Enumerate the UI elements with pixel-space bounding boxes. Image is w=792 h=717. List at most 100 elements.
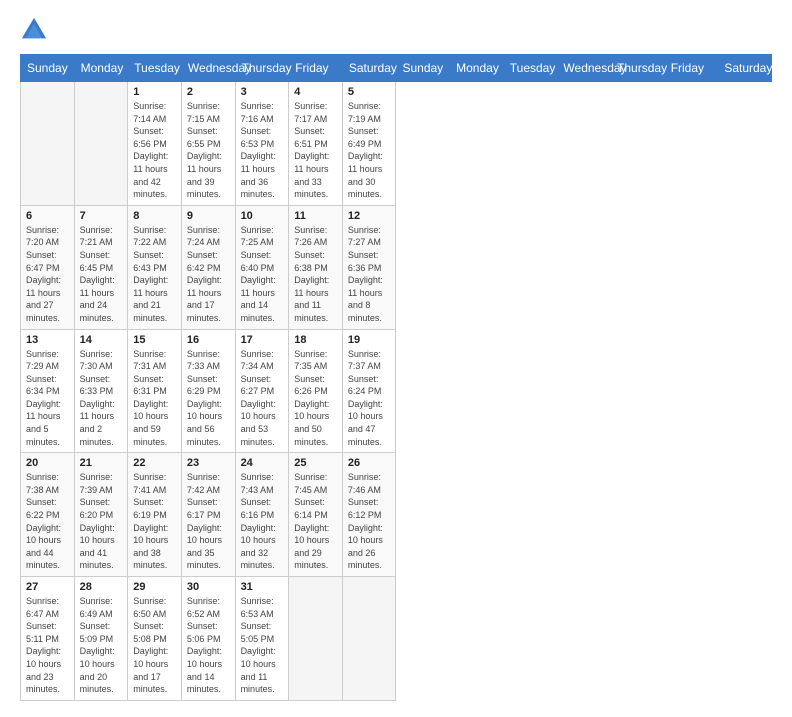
day-header: Tuesday xyxy=(128,55,182,82)
calendar-day-cell: 22 Sunrise: 7:41 AMSunset: 6:19 PMDaylig… xyxy=(128,453,182,577)
calendar-day-cell: 1 Sunrise: 7:14 AMSunset: 6:56 PMDayligh… xyxy=(128,82,182,206)
day-number: 5 xyxy=(348,86,391,98)
day-number: 18 xyxy=(294,334,337,346)
day-number: 11 xyxy=(294,210,337,222)
calendar-day-cell xyxy=(21,82,75,206)
day-info: Sunrise: 7:17 AMSunset: 6:51 PMDaylight:… xyxy=(294,101,329,199)
calendar-week-row: 20 Sunrise: 7:38 AMSunset: 6:22 PMDaylig… xyxy=(21,453,772,577)
day-number: 22 xyxy=(133,457,176,469)
logo-icon xyxy=(20,16,48,44)
calendar-body: 1 Sunrise: 7:14 AMSunset: 6:56 PMDayligh… xyxy=(21,82,772,701)
calendar-day-cell: 13 Sunrise: 7:29 AMSunset: 6:34 PMDaylig… xyxy=(21,329,75,453)
day-info: Sunrise: 7:15 AMSunset: 6:55 PMDaylight:… xyxy=(187,101,222,199)
day-number: 15 xyxy=(133,334,176,346)
calendar-day-cell: 28 Sunrise: 6:49 AMSunset: 5:09 PMDaylig… xyxy=(74,577,128,701)
calendar-day-cell: 5 Sunrise: 7:19 AMSunset: 6:49 PMDayligh… xyxy=(342,82,396,206)
calendar-week-row: 1 Sunrise: 7:14 AMSunset: 6:56 PMDayligh… xyxy=(21,82,772,206)
calendar-day-cell: 20 Sunrise: 7:38 AMSunset: 6:22 PMDaylig… xyxy=(21,453,75,577)
calendar-day-cell: 26 Sunrise: 7:46 AMSunset: 6:12 PMDaylig… xyxy=(342,453,396,577)
column-header-tuesday: Tuesday xyxy=(503,55,557,82)
column-header-wednesday: Wednesday xyxy=(557,55,611,82)
day-info: Sunrise: 7:33 AMSunset: 6:29 PMDaylight:… xyxy=(187,349,222,447)
day-number: 19 xyxy=(348,334,391,346)
day-header: Thursday xyxy=(235,55,289,82)
day-number: 9 xyxy=(187,210,230,222)
day-info: Sunrise: 7:20 AMSunset: 6:47 PMDaylight:… xyxy=(26,225,61,323)
day-info: Sunrise: 7:41 AMSunset: 6:19 PMDaylight:… xyxy=(133,472,168,570)
day-info: Sunrise: 7:31 AMSunset: 6:31 PMDaylight:… xyxy=(133,349,168,447)
day-header: Friday xyxy=(289,55,343,82)
calendar-day-cell: 30 Sunrise: 6:52 AMSunset: 5:06 PMDaylig… xyxy=(181,577,235,701)
day-number: 7 xyxy=(80,210,123,222)
calendar-day-cell: 3 Sunrise: 7:16 AMSunset: 6:53 PMDayligh… xyxy=(235,82,289,206)
calendar-day-cell: 18 Sunrise: 7:35 AMSunset: 6:26 PMDaylig… xyxy=(289,329,343,453)
calendar-day-cell: 10 Sunrise: 7:25 AMSunset: 6:40 PMDaylig… xyxy=(235,205,289,329)
day-number: 31 xyxy=(241,581,284,593)
day-info: Sunrise: 7:21 AMSunset: 6:45 PMDaylight:… xyxy=(80,225,115,323)
day-number: 21 xyxy=(80,457,123,469)
day-info: Sunrise: 7:34 AMSunset: 6:27 PMDaylight:… xyxy=(241,349,276,447)
column-header-monday: Monday xyxy=(450,55,504,82)
day-number: 1 xyxy=(133,86,176,98)
day-info: Sunrise: 7:29 AMSunset: 6:34 PMDaylight:… xyxy=(26,349,61,447)
day-number: 29 xyxy=(133,581,176,593)
calendar-day-cell: 7 Sunrise: 7:21 AMSunset: 6:45 PMDayligh… xyxy=(74,205,128,329)
day-info: Sunrise: 7:27 AMSunset: 6:36 PMDaylight:… xyxy=(348,225,383,323)
day-number: 28 xyxy=(80,581,123,593)
day-number: 2 xyxy=(187,86,230,98)
day-info: Sunrise: 7:25 AMSunset: 6:40 PMDaylight:… xyxy=(241,225,276,323)
calendar-day-cell: 14 Sunrise: 7:30 AMSunset: 6:33 PMDaylig… xyxy=(74,329,128,453)
day-number: 4 xyxy=(294,86,337,98)
day-info: Sunrise: 7:24 AMSunset: 6:42 PMDaylight:… xyxy=(187,225,222,323)
day-info: Sunrise: 7:30 AMSunset: 6:33 PMDaylight:… xyxy=(80,349,115,447)
logo xyxy=(20,16,52,44)
day-number: 12 xyxy=(348,210,391,222)
calendar-day-cell: 6 Sunrise: 7:20 AMSunset: 6:47 PMDayligh… xyxy=(21,205,75,329)
calendar-table: SundayMondayTuesdayWednesdayThursdayFrid… xyxy=(20,54,772,701)
day-number: 13 xyxy=(26,334,69,346)
day-info: Sunrise: 7:37 AMSunset: 6:24 PMDaylight:… xyxy=(348,349,383,447)
calendar-day-cell: 19 Sunrise: 7:37 AMSunset: 6:24 PMDaylig… xyxy=(342,329,396,453)
day-info: Sunrise: 7:19 AMSunset: 6:49 PMDaylight:… xyxy=(348,101,383,199)
day-info: Sunrise: 7:22 AMSunset: 6:43 PMDaylight:… xyxy=(133,225,168,323)
day-info: Sunrise: 6:53 AMSunset: 5:05 PMDaylight:… xyxy=(241,596,276,694)
day-number: 17 xyxy=(241,334,284,346)
column-header-saturday: Saturday xyxy=(718,55,772,82)
calendar-day-cell: 23 Sunrise: 7:42 AMSunset: 6:17 PMDaylig… xyxy=(181,453,235,577)
day-info: Sunrise: 7:14 AMSunset: 6:56 PMDaylight:… xyxy=(133,101,168,199)
day-number: 3 xyxy=(241,86,284,98)
day-number: 20 xyxy=(26,457,69,469)
calendar-day-cell xyxy=(74,82,128,206)
day-header: Monday xyxy=(74,55,128,82)
day-number: 14 xyxy=(80,334,123,346)
calendar-day-cell xyxy=(342,577,396,701)
calendar-week-row: 6 Sunrise: 7:20 AMSunset: 6:47 PMDayligh… xyxy=(21,205,772,329)
calendar-day-cell: 9 Sunrise: 7:24 AMSunset: 6:42 PMDayligh… xyxy=(181,205,235,329)
day-header: Saturday xyxy=(342,55,396,82)
day-number: 30 xyxy=(187,581,230,593)
day-info: Sunrise: 7:35 AMSunset: 6:26 PMDaylight:… xyxy=(294,349,329,447)
day-header: Sunday xyxy=(21,55,75,82)
day-number: 27 xyxy=(26,581,69,593)
day-info: Sunrise: 7:45 AMSunset: 6:14 PMDaylight:… xyxy=(294,472,329,570)
day-info: Sunrise: 7:26 AMSunset: 6:38 PMDaylight:… xyxy=(294,225,329,323)
calendar-day-cell: 11 Sunrise: 7:26 AMSunset: 6:38 PMDaylig… xyxy=(289,205,343,329)
day-info: Sunrise: 7:38 AMSunset: 6:22 PMDaylight:… xyxy=(26,472,61,570)
day-info: Sunrise: 7:16 AMSunset: 6:53 PMDaylight:… xyxy=(241,101,276,199)
calendar-day-cell: 4 Sunrise: 7:17 AMSunset: 6:51 PMDayligh… xyxy=(289,82,343,206)
day-number: 24 xyxy=(241,457,284,469)
calendar-week-row: 27 Sunrise: 6:47 AMSunset: 5:11 PMDaylig… xyxy=(21,577,772,701)
day-info: Sunrise: 6:52 AMSunset: 5:06 PMDaylight:… xyxy=(187,596,222,694)
calendar-day-cell: 25 Sunrise: 7:45 AMSunset: 6:14 PMDaylig… xyxy=(289,453,343,577)
day-number: 16 xyxy=(187,334,230,346)
day-info: Sunrise: 7:43 AMSunset: 6:16 PMDaylight:… xyxy=(241,472,276,570)
calendar-day-cell: 24 Sunrise: 7:43 AMSunset: 6:16 PMDaylig… xyxy=(235,453,289,577)
calendar-day-cell: 8 Sunrise: 7:22 AMSunset: 6:43 PMDayligh… xyxy=(128,205,182,329)
calendar-header: SundayMondayTuesdayWednesdayThursdayFrid… xyxy=(21,55,772,82)
column-header-friday: Friday xyxy=(664,55,718,82)
day-info: Sunrise: 7:42 AMSunset: 6:17 PMDaylight:… xyxy=(187,472,222,570)
day-info: Sunrise: 7:46 AMSunset: 6:12 PMDaylight:… xyxy=(348,472,383,570)
column-header-thursday: Thursday xyxy=(611,55,665,82)
calendar-day-cell: 27 Sunrise: 6:47 AMSunset: 5:11 PMDaylig… xyxy=(21,577,75,701)
day-info: Sunrise: 6:49 AMSunset: 5:09 PMDaylight:… xyxy=(80,596,115,694)
